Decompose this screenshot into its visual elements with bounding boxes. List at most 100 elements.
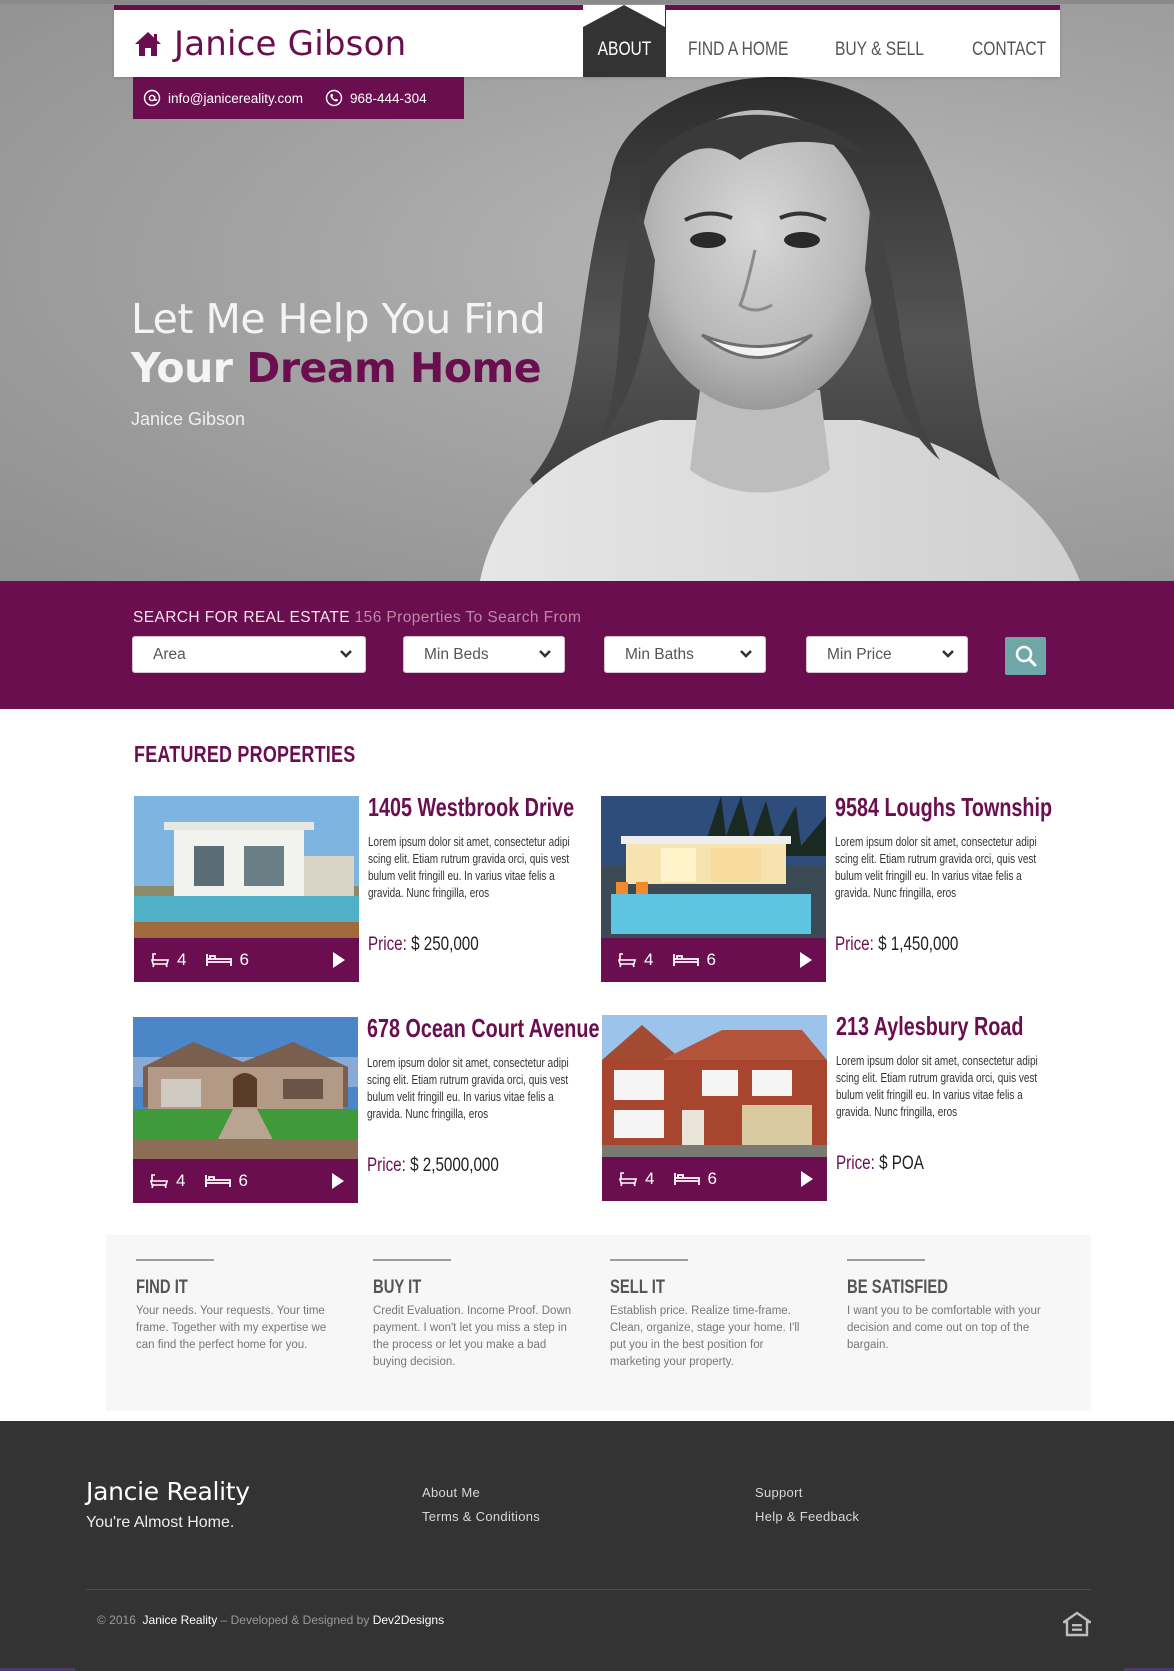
- nav-item-find-a-home[interactable]: FIND A HOME: [688, 5, 805, 77]
- site-header: Janice Gibson ABOUT FIND A HOME BUY & SE…: [114, 5, 1060, 77]
- search-title-text: SEARCH FOR REAL ESTATE: [133, 609, 350, 626]
- step-sell-it: SELL IT Establish price. Realize time-fr…: [610, 1259, 810, 1371]
- developer-link[interactable]: Dev2Designs: [373, 1613, 444, 1627]
- equal-housing-icon: [1063, 1611, 1091, 1637]
- hero-line2-prefix: Your: [131, 344, 233, 392]
- chevron-down-icon: [942, 650, 954, 658]
- nav-item-about[interactable]: ABOUT: [583, 5, 666, 77]
- min-beds-select-value: Min Beds: [424, 645, 489, 663]
- bathtub-icon: [618, 1172, 638, 1187]
- property-price: Price: $ 250,000: [368, 934, 479, 956]
- footer-link-help[interactable]: Help & Feedback: [755, 1509, 859, 1524]
- property-card: 4 6 9584 Loughs Township Lorem ipsum dol…: [601, 792, 1061, 982]
- min-beds-select[interactable]: Min Beds: [403, 636, 565, 673]
- step-text: I want you to be comfortable with your d…: [847, 1305, 1041, 1351]
- property-name[interactable]: 1405 Westbrook Drive: [368, 792, 574, 823]
- property-card: 4 6 213 Aylesbury Road Lorem ipsum dolor…: [602, 1011, 1062, 1201]
- footer-brand[interactable]: Jancie Reality: [86, 1477, 250, 1506]
- footer-links-col2: Support Help & Feedback: [755, 1485, 859, 1524]
- property-name[interactable]: 213 Aylesbury Road: [836, 1011, 1023, 1042]
- hero-subtitle: Janice Gibson: [131, 409, 246, 429]
- footer-link-terms[interactable]: Terms & Conditions: [422, 1509, 540, 1524]
- beds-count: 6: [706, 950, 716, 969]
- bathtub-icon: [150, 953, 170, 968]
- footer-links-col1: About Me Terms & Conditions: [422, 1485, 540, 1524]
- nav-label-buy-sell: BUY & SELL: [835, 39, 924, 60]
- property-stats-bar: 4 6: [133, 1159, 358, 1203]
- area-select[interactable]: Area: [132, 636, 366, 673]
- hero-line2-accent: Dream Home: [246, 344, 542, 392]
- price-label: Price:: [368, 934, 407, 955]
- footer-tagline: You're Almost Home.: [86, 1514, 235, 1531]
- footer-link-about-me[interactable]: About Me: [422, 1485, 540, 1500]
- property-price: Price: $ POA: [836, 1153, 924, 1175]
- phone-text: 968-444-304: [350, 90, 427, 106]
- pool-house-image: [601, 796, 826, 938]
- nav-label-contact: CONTACT: [972, 39, 1047, 60]
- process-steps: FIND IT Your needs. Your requests. Your …: [106, 1235, 1091, 1411]
- property-description: Lorem ipsum dolor sit amet, consectetur …: [368, 835, 570, 900]
- price-label: Price:: [836, 1153, 875, 1174]
- brand[interactable]: Janice Gibson: [134, 24, 406, 64]
- property-name[interactable]: 9584 Loughs Township: [835, 792, 1052, 823]
- play-arrow-icon[interactable]: [332, 1173, 344, 1189]
- nav-item-buy-sell[interactable]: BUY & SELL: [835, 5, 942, 77]
- price-value: $ 2,5000,000: [410, 1155, 499, 1176]
- baths-count: 4: [645, 1169, 655, 1188]
- hero-top-line: [0, 0, 1174, 4]
- property-image[interactable]: [601, 796, 826, 938]
- featured-title: FEATURED PROPERTIES: [134, 741, 356, 767]
- contact-phone[interactable]: 968-444-304: [325, 89, 427, 107]
- step-find-it: FIND IT Your needs. Your requests. Your …: [136, 1259, 336, 1354]
- search-button[interactable]: [1005, 637, 1046, 675]
- baths-count: 4: [176, 1171, 186, 1190]
- copyright-brand[interactable]: Janice Reality: [143, 1613, 218, 1627]
- site-footer: Jancie Reality You're Almost Home. About…: [0, 1421, 1174, 1671]
- footer-link-support[interactable]: Support: [755, 1485, 859, 1500]
- nav-active-peak: [583, 5, 665, 27]
- phone-icon: [325, 89, 343, 107]
- beds-stat: 6: [206, 950, 249, 970]
- baths-count: 4: [177, 950, 187, 969]
- min-baths-select[interactable]: Min Baths: [604, 636, 766, 673]
- chevron-down-icon: [539, 650, 551, 658]
- nav-label-about: ABOUT: [597, 39, 652, 60]
- home-icon: [135, 32, 161, 56]
- play-arrow-icon[interactable]: [333, 952, 345, 968]
- baths-stat: 4: [618, 1169, 654, 1189]
- step-rule: [610, 1259, 688, 1261]
- property-image[interactable]: [134, 796, 359, 938]
- play-arrow-icon[interactable]: [800, 952, 812, 968]
- property-name[interactable]: 678 Ocean Court Avenue: [367, 1013, 599, 1044]
- property-description: Lorem ipsum dolor sit amet, consectetur …: [835, 835, 1037, 900]
- chevron-down-icon: [740, 650, 752, 658]
- baths-count: 4: [644, 950, 654, 969]
- play-arrow-icon[interactable]: [801, 1171, 813, 1187]
- property-card: 4 6 1405 Westbrook Drive Lorem ipsum dol…: [134, 792, 594, 982]
- min-price-select-value: Min Price: [827, 645, 892, 663]
- bed-icon: [206, 954, 233, 966]
- bathtub-icon: [149, 1174, 169, 1189]
- bed-icon: [673, 954, 700, 966]
- price-value: $ POA: [879, 1153, 924, 1174]
- min-price-select[interactable]: Min Price: [806, 636, 968, 673]
- search-heading: SEARCH FOR REAL ESTATE 156 Properties To…: [133, 609, 581, 627]
- step-rule: [373, 1259, 451, 1261]
- nav-item-contact[interactable]: CONTACT: [972, 5, 1060, 77]
- step-title: FIND IT: [136, 1277, 188, 1298]
- baths-stat: 4: [150, 950, 186, 970]
- price-label: Price:: [367, 1155, 406, 1176]
- step-rule: [136, 1259, 214, 1261]
- step-text: Your needs. Your requests. Your time fra…: [136, 1305, 327, 1351]
- chevron-down-icon: [340, 650, 352, 658]
- hero-section: Janice Gibson ABOUT FIND A HOME BUY & SE…: [0, 0, 1174, 581]
- property-image[interactable]: [133, 1017, 358, 1159]
- stucco-house-image: [133, 1017, 358, 1159]
- contact-strip: info@janicereality.com 968-444-304: [133, 77, 464, 119]
- contact-email[interactable]: info@janicereality.com: [143, 89, 303, 107]
- property-image[interactable]: [602, 1015, 827, 1157]
- baths-stat: 4: [149, 1171, 185, 1191]
- bed-icon: [205, 1175, 232, 1187]
- email-text: info@janicereality.com: [168, 90, 304, 106]
- property-description: Lorem ipsum dolor sit amet, consectetur …: [367, 1056, 569, 1121]
